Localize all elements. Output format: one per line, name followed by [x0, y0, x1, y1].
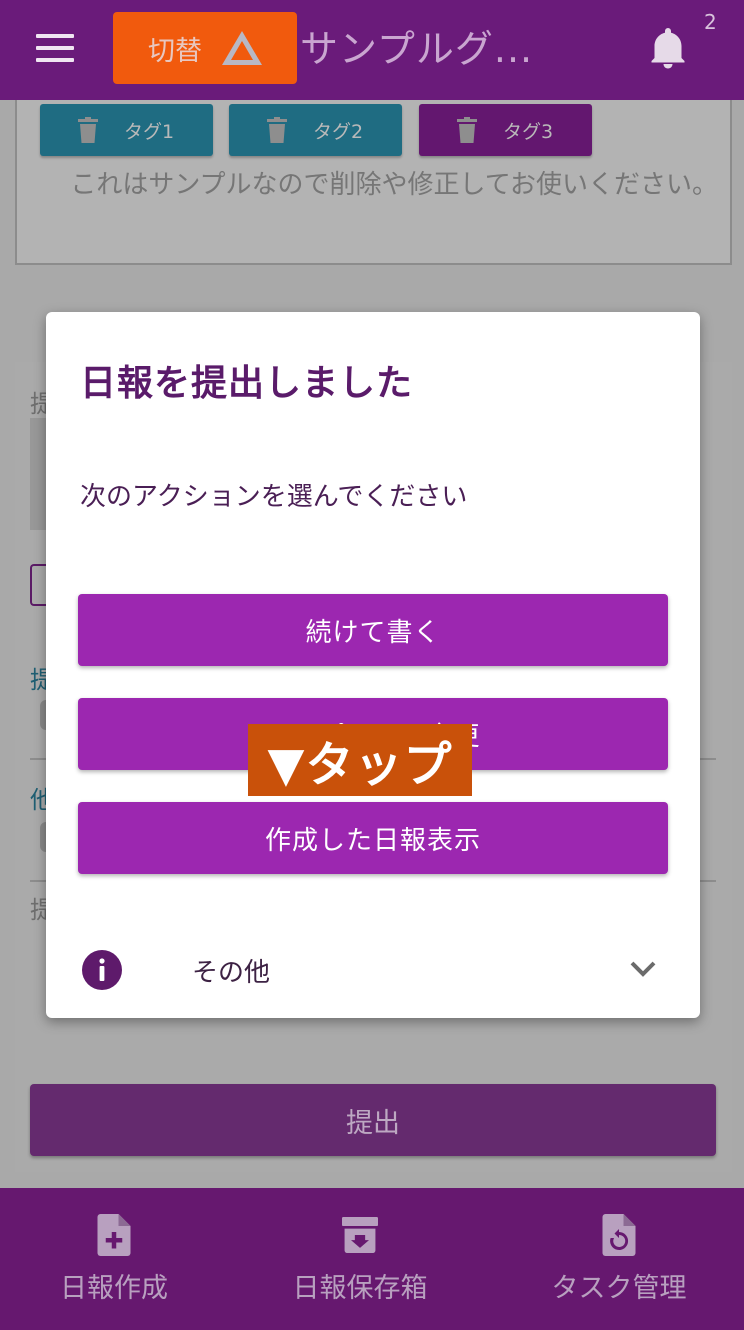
bottom-navigation: 日報作成 日報保存箱 タスク管理 [0, 1188, 744, 1330]
menu-icon[interactable] [36, 34, 74, 62]
trash-icon[interactable] [78, 117, 98, 143]
switch-button-label: 切替 [148, 35, 202, 67]
notification-count: 2 [704, 10, 717, 34]
view-created-report-button[interactable]: 作成した日報表示 [78, 802, 668, 874]
tag-chip[interactable]: タグ3 [419, 104, 592, 156]
nav-item-report-box[interactable]: 日報保存箱 [250, 1214, 470, 1305]
switch-button[interactable]: 切替 [113, 12, 297, 84]
other-section-label[interactable]: その他 [192, 952, 270, 989]
file-restore-icon [602, 1214, 636, 1256]
dialog-message: 次のアクションを選んでください [80, 482, 468, 512]
chevron-down-icon[interactable] [630, 960, 656, 978]
nav-item-task-management[interactable]: タスク管理 [509, 1214, 729, 1305]
tag-label: タグ3 [503, 120, 554, 143]
nav-label: タスク管理 [551, 1273, 687, 1304]
trash-icon[interactable] [457, 117, 477, 143]
triangle-icon [222, 31, 262, 65]
file-plus-icon [97, 1214, 131, 1256]
page-title: サンプルグ... [300, 27, 534, 71]
tag-label: タグ2 [313, 120, 364, 143]
info-icon [82, 950, 122, 990]
submit-button[interactable]: 提出 [30, 1084, 716, 1156]
tag-chip[interactable]: タグ1 [40, 104, 213, 156]
tap-annotation: ▼タップ [248, 724, 472, 796]
nav-item-create-report[interactable]: 日報作成 [4, 1214, 224, 1305]
app-bar: 切替 サンプルグ... 2 [0, 0, 744, 100]
submitted-dialog: 日報を提出しました 次のアクションを選んでください 続けて書く テンプレート変更… [46, 312, 700, 1018]
dialog-title: 日報を提出しました [80, 363, 414, 404]
trash-icon[interactable] [267, 117, 287, 143]
continue-writing-button[interactable]: 続けて書く [78, 594, 668, 666]
archive-icon [342, 1217, 378, 1253]
sample-description: これはサンプルなので削除や修正してお使いください。 [70, 170, 718, 200]
tag-label: タグ1 [124, 120, 175, 143]
nav-label: 日報作成 [60, 1273, 168, 1304]
nav-label: 日報保存箱 [292, 1273, 428, 1304]
bell-icon[interactable] [650, 28, 686, 70]
form-field-fragment [30, 418, 46, 530]
tag-chip[interactable]: タグ2 [229, 104, 402, 156]
